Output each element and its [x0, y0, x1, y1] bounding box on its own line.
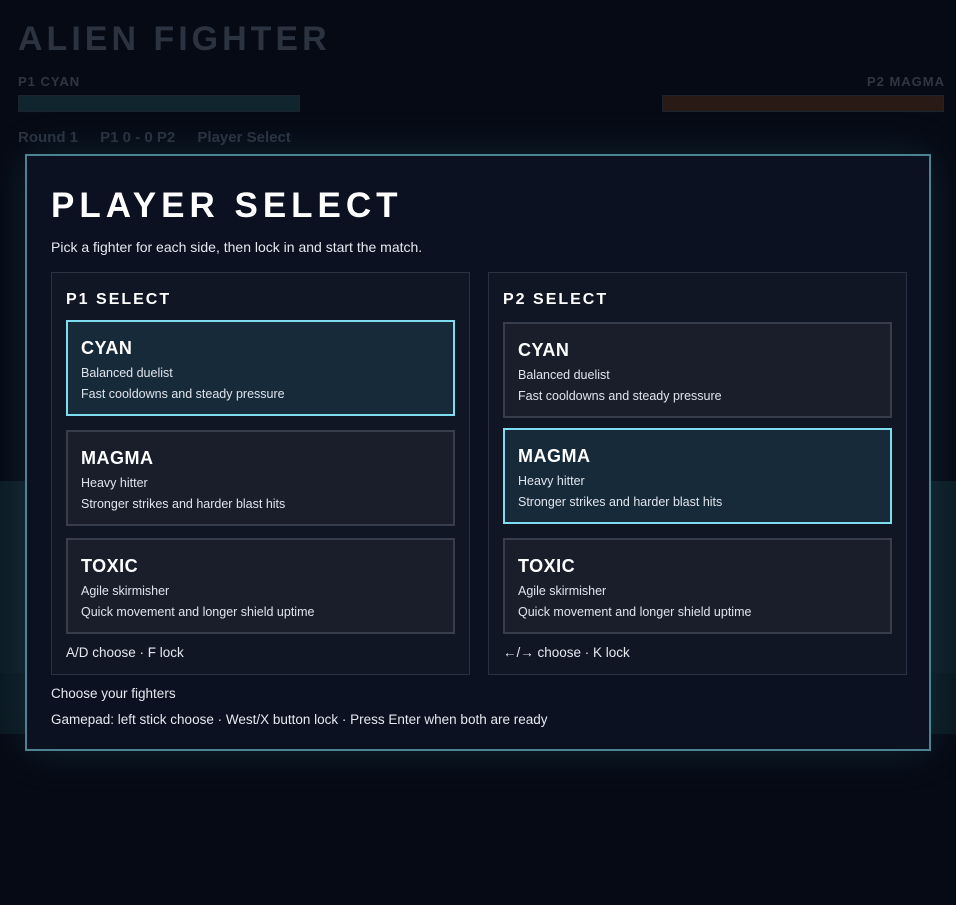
- fighter-name: CYAN: [81, 338, 133, 358]
- p2-health-fill: [663, 96, 943, 111]
- fighter-description: Stronger strikes and harder blast hits: [518, 495, 723, 509]
- p1-health-bar: [18, 95, 300, 112]
- p2-controls-hint: ←/→ choose · K lock: [503, 645, 630, 660]
- selection-status: Choose your fighters: [51, 686, 176, 701]
- p2-fighter-card-cyan[interactable]: CYAN Balanced duelist Fast cooldowns and…: [503, 322, 892, 418]
- fighter-description: Stronger strikes and harder blast hits: [81, 497, 286, 511]
- fighter-role: Agile skirmisher: [81, 584, 170, 598]
- fighter-description: Fast cooldowns and steady pressure: [81, 387, 285, 401]
- fighter-description: Quick movement and longer shield uptime: [518, 605, 752, 619]
- fighter-description: Quick movement and longer shield uptime: [81, 605, 315, 619]
- gamepad-hint: Gamepad: left stick choose · West/X butt…: [51, 712, 548, 727]
- match-status: Round 1 P1 0 - 0 P2 Player Select: [18, 129, 309, 146]
- round-label: Round 1: [18, 129, 78, 146]
- dialog-subtitle: Pick a fighter for each side, then lock …: [51, 239, 423, 255]
- p1-fighter-card-toxic[interactable]: TOXIC Agile skirmisher Quick movement an…: [66, 538, 455, 634]
- fighter-name: MAGMA: [518, 446, 591, 466]
- fighter-role: Balanced duelist: [518, 368, 610, 382]
- p2-fighter-card-toxic[interactable]: TOXIC Agile skirmisher Quick movement an…: [503, 538, 892, 634]
- fighter-role: Heavy hitter: [518, 474, 585, 488]
- game-title: ALIEN FIGHTER: [18, 20, 331, 58]
- p2-fighter-card-magma[interactable]: MAGMA Heavy hitter Stronger strikes and …: [503, 428, 892, 524]
- fighter-name: CYAN: [518, 340, 570, 360]
- score-label: P1 0 - 0 P2: [100, 129, 176, 146]
- p1-select-panel: P1 SELECT CYAN Balanced duelist Fast coo…: [51, 272, 470, 675]
- p2-name-label: P2 MAGMA: [866, 74, 945, 89]
- p1-fighter-card-cyan[interactable]: CYAN Balanced duelist Fast cooldowns and…: [66, 320, 455, 416]
- p2-select-panel: P2 SELECT CYAN Balanced duelist Fast coo…: [488, 272, 907, 675]
- fighter-name: TOXIC: [518, 556, 576, 576]
- dialog-title: PLAYER SELECT: [51, 186, 403, 225]
- fighter-description: Fast cooldowns and steady pressure: [518, 389, 722, 403]
- p2-panel-title: P2 SELECT: [503, 291, 609, 308]
- fighter-role: Heavy hitter: [81, 476, 148, 490]
- player-select-dialog: PLAYER SELECT Pick a fighter for each si…: [25, 154, 931, 751]
- p1-controls-hint: A/D choose · F lock: [66, 645, 184, 660]
- phase-label: Player Select: [197, 129, 291, 146]
- fighter-name: TOXIC: [81, 556, 139, 576]
- p1-name-label: P1 CYAN: [18, 74, 81, 89]
- fighter-name: MAGMA: [81, 448, 154, 468]
- p1-health-fill: [19, 96, 299, 111]
- p1-panel-title: P1 SELECT: [66, 291, 172, 308]
- fighter-role: Balanced duelist: [81, 366, 173, 380]
- p2-health-bar: [662, 95, 944, 112]
- fighter-role: Agile skirmisher: [518, 584, 607, 598]
- p1-fighter-card-magma[interactable]: MAGMA Heavy hitter Stronger strikes and …: [66, 430, 455, 526]
